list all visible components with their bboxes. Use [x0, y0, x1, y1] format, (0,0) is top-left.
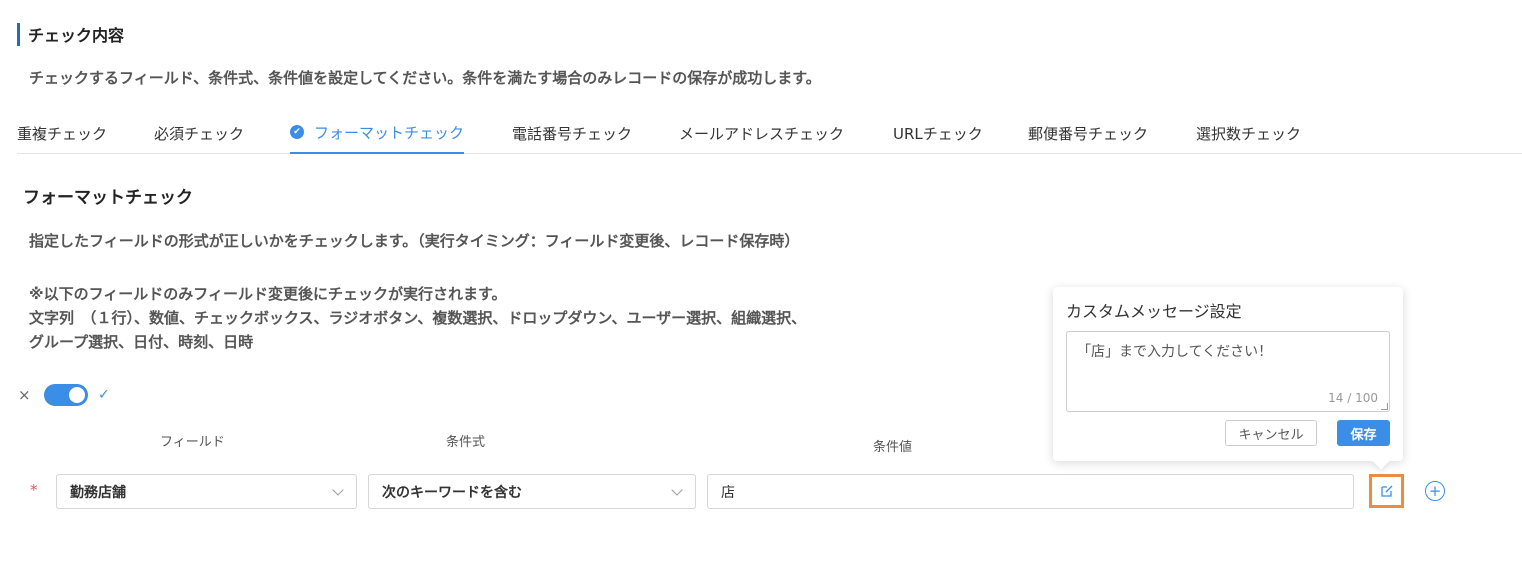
format-check-description: 指定したフィールドの形式が正しいかをチェックします。（実行タイミング：フィールド… — [29, 232, 800, 250]
note-line: ※以下のフィールドのみフィールド変更後にチェックが実行されます。 — [29, 285, 507, 303]
custom-message-text: 「店」まで入力してください！ — [1077, 344, 1273, 360]
tab-format-check[interactable]: ✔ フォーマットチェック — [290, 112, 465, 154]
popover-title: カスタムメッセージ設定 — [1066, 302, 1242, 321]
close-icon: × — [18, 386, 31, 404]
format-check-title: フォーマットチェック — [23, 188, 193, 208]
enable-toggle-row: × ✓ — [18, 383, 110, 407]
section-title: チェック内容 — [28, 26, 125, 45]
column-label-value: 条件値 — [873, 440, 913, 455]
note-line: 文字列 （１行）、数値、チェックボックス、ラジオボタン、複数選択、ドロップダウン… — [29, 309, 807, 327]
field-select[interactable]: 勤務店舗 — [56, 474, 357, 509]
required-mark: * — [30, 481, 38, 499]
enable-switch[interactable] — [44, 384, 88, 406]
edit-message-button[interactable] — [1369, 474, 1404, 508]
condition-value-text: 店 — [721, 484, 735, 501]
check-type-tabs: 重複チェック 必須チェック ✔ フォーマットチェック 電話番号チェック メールア… — [17, 112, 1522, 154]
custom-message-popover: カスタムメッセージ設定 「店」まで入力してください！ 14 / 100 キャンセ… — [1053, 287, 1403, 470]
check-icon: ✓ — [98, 387, 110, 403]
chevron-down-icon — [332, 484, 344, 496]
save-button[interactable]: 保存 — [1337, 420, 1390, 446]
popover-arrow — [1372, 452, 1390, 470]
section-title-bar — [17, 22, 20, 46]
cancel-button[interactable]: キャンセル — [1225, 420, 1317, 446]
tab-url-check[interactable]: URLチェック — [893, 112, 983, 154]
chevron-down-icon — [671, 484, 683, 496]
check-circle-icon: ✔ — [290, 125, 304, 139]
resize-handle-icon[interactable] — [1381, 403, 1388, 410]
tab-postal-check[interactable]: 郵便番号チェック — [1028, 112, 1148, 154]
column-label-condition: 条件式 — [446, 435, 486, 450]
edit-icon — [1380, 485, 1392, 497]
tab-required-check[interactable]: 必須チェック — [154, 112, 244, 154]
tab-duplicate-check[interactable]: 重複チェック — [17, 112, 107, 154]
tab-format-check-label: フォーマットチェック — [314, 123, 465, 142]
plus-icon: + — [1428, 481, 1442, 500]
section-description: チェックするフィールド、条件式、条件値を設定してください。条件を満たす場合のみレ… — [29, 69, 821, 87]
char-count: 14 / 100 — [1328, 391, 1378, 405]
tab-selection-count-check[interactable]: 選択数チェック — [1196, 112, 1301, 154]
field-select-value: 勤務店舗 — [70, 484, 126, 501]
condition-value-input[interactable]: 店 — [707, 474, 1354, 509]
condition-select[interactable]: 次のキーワードを含む — [368, 474, 696, 509]
add-row-button[interactable]: + — [1425, 481, 1445, 501]
column-label-field: フィールド — [160, 435, 225, 450]
format-check-note: ※以下のフィールドのみフィールド変更後にチェックが実行されます。 文字列 （１行… — [29, 282, 806, 354]
tab-phone-check[interactable]: 電話番号チェック — [512, 112, 632, 154]
switch-knob — [69, 387, 85, 403]
condition-select-value: 次のキーワードを含む — [382, 484, 522, 501]
section-header: チェック内容 — [17, 22, 124, 46]
custom-message-textarea[interactable]: 「店」まで入力してください！ 14 / 100 — [1066, 331, 1390, 412]
note-line: グループ選択、日付、時刻、日時 — [29, 333, 254, 351]
tab-email-check[interactable]: メールアドレスチェック — [679, 112, 844, 154]
